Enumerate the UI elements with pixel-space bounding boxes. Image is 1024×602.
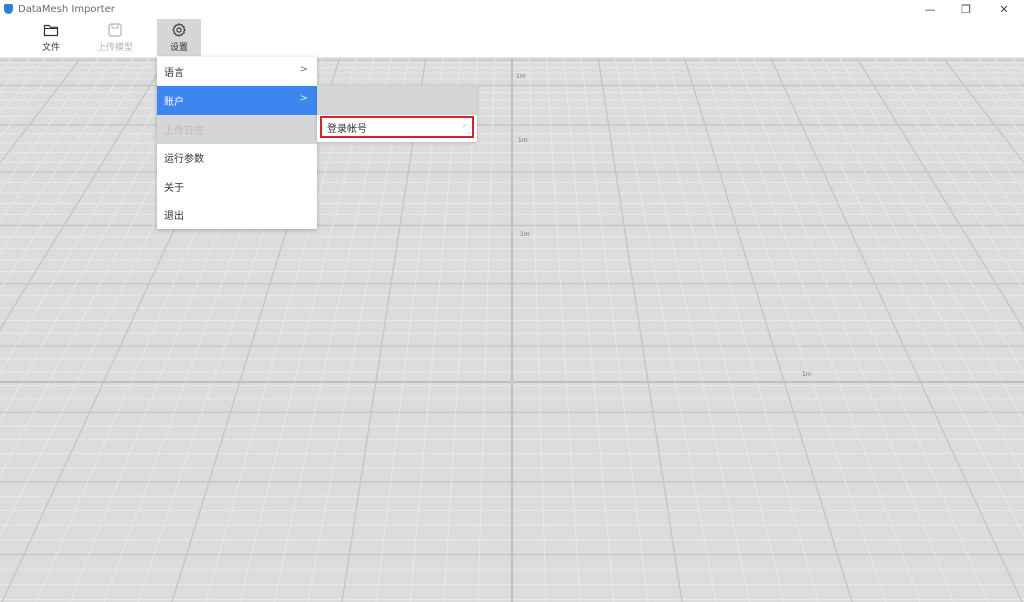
folder-icon [43,24,59,37]
save-icon [108,23,122,37]
menu-item-label: 账户 [164,97,184,108]
menu-item-run-params[interactable]: 运行参数 [157,143,317,172]
axis-label: 1m [802,371,812,378]
gear-icon [172,22,186,38]
upload-model-button[interactable]: 上传模型 [93,19,137,56]
axis-label: 1m [516,73,526,80]
menu-item-label: 运行参数 [164,154,204,165]
file-button[interactable]: 文件 [29,19,73,56]
restore-button[interactable]: ❐ [947,0,985,18]
menu-item-label: 语言 [164,68,184,79]
chevron-right-icon: › [462,121,466,131]
floor-grid [0,58,1024,602]
account-submenu: 登录帐号 › [317,85,477,142]
menu-item-about[interactable]: 关于 [157,172,317,201]
settings-button-label: 设置 [169,43,188,53]
menu-item-language[interactable]: 语言 > [157,57,317,86]
3d-viewport[interactable]: 1m 1m 1m 1m [0,58,1024,602]
menu-item-label: 退出 [164,211,184,222]
minimize-button[interactable]: — [911,0,949,18]
settings-button[interactable]: 设置 [157,19,201,56]
chevron-right-icon: > [299,93,308,104]
axis-label: 1m [518,137,528,144]
chevron-right-icon: > [299,64,308,75]
window-title: DataMesh Importer [18,3,115,15]
file-button-label: 文件 [41,43,60,53]
close-button[interactable]: ✕ [985,0,1023,18]
menu-item-login-account[interactable]: 登录帐号 › [320,116,474,138]
menu-item-label: 登录帐号 [327,123,367,135]
settings-menu: 语言 > 账户 > 上传日志 运行参数 关于 退出 [157,57,317,229]
submenu-header [317,85,477,115]
axis-label: 1m [520,231,530,238]
menu-item-upload-log[interactable]: 上传日志 [157,115,317,144]
app-logo-icon [4,4,13,14]
upload-model-label: 上传模型 [96,43,133,53]
menu-item-exit[interactable]: 退出 [157,200,317,229]
menu-item-label: 关于 [164,183,184,194]
menu-item-label: 上传日志 [164,126,204,137]
menu-item-account[interactable]: 账户 > [157,86,317,115]
title-bar: DataMesh Importer — ❐ ✕ [0,0,1024,18]
toolbar: 文件 上传模型 设置 [0,18,1024,58]
